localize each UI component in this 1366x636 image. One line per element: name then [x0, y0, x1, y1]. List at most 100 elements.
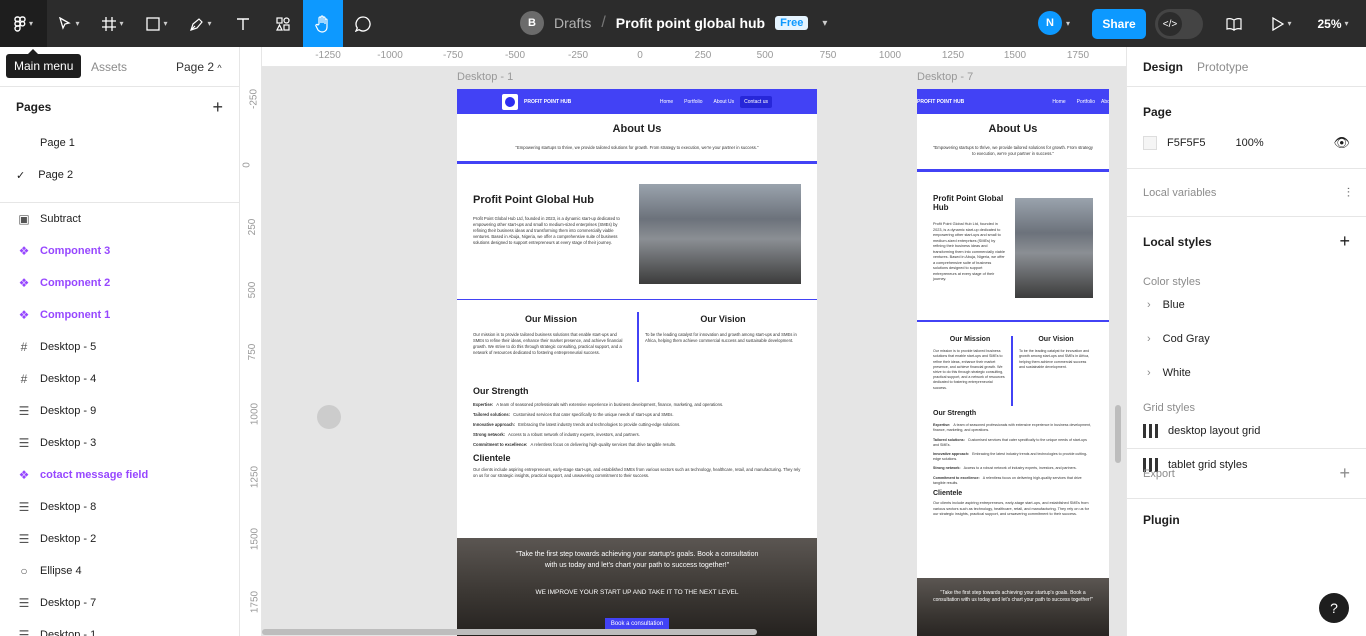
layer-item[interactable]: ☰ Desktop - 7: [0, 587, 239, 619]
layer-item[interactable]: ▣ Subtract: [0, 203, 239, 235]
page-color-value[interactable]: F5F5F5: [1167, 137, 1206, 149]
current-page-label: Page 2: [176, 59, 215, 74]
zoom-dropdown[interactable]: 25% ▾: [1308, 0, 1358, 47]
color-style-item[interactable]: › White: [1143, 356, 1350, 390]
shape-tool-button[interactable]: ▾: [135, 0, 179, 47]
export-label[interactable]: Export: [1143, 468, 1175, 480]
street-photo: [1015, 198, 1093, 299]
component-icon: ❖: [18, 244, 30, 258]
ruler-tick-label: 1500: [1003, 50, 1027, 61]
check-icon: ✓: [16, 169, 26, 182]
ruler-tick-label: -250: [567, 50, 589, 61]
site-nav-button: Contact us: [740, 95, 772, 108]
frame-tool-button[interactable]: ▾: [91, 0, 135, 47]
strength-key: Expertise:: [473, 402, 494, 408]
layer-item[interactable]: ❖ Component 3: [0, 235, 239, 267]
eye-icon[interactable]: 👁: [1333, 135, 1350, 151]
street-photo: [639, 184, 801, 285]
layer-label: Component 1: [40, 309, 111, 321]
layer-item[interactable]: ☰ Desktop - 3: [0, 427, 239, 459]
color-style-item[interactable]: › Blue: [1143, 288, 1350, 322]
pen-tool-button[interactable]: ▾: [179, 0, 223, 47]
tab-design[interactable]: Design: [1143, 60, 1183, 74]
layer-item[interactable]: ❖ Component 2: [0, 267, 239, 299]
chevron-right-icon: ›: [1147, 333, 1151, 345]
pages-title: Pages: [16, 100, 52, 114]
strength-key: Strong network:: [933, 466, 961, 471]
layer-item[interactable]: ☰ Desktop - 8: [0, 491, 239, 523]
multiplayer-avatars[interactable]: N ▾: [1038, 11, 1070, 35]
text-tool-button[interactable]: [223, 0, 263, 47]
site-logo-icon: [502, 93, 518, 110]
layer-item[interactable]: ☰ Desktop - 2: [0, 523, 239, 555]
avatar[interactable]: B: [520, 11, 544, 35]
add-style-icon[interactable]: +: [1339, 231, 1350, 252]
auto-layout-icon: ☰: [18, 628, 30, 636]
tab-prototype[interactable]: Prototype: [1197, 60, 1248, 74]
site-brand: PROFIT POINT HUB: [917, 98, 965, 105]
color-style-item[interactable]: › Cod Gray: [1143, 322, 1350, 356]
chevron-down-icon[interactable]: ▾: [822, 18, 827, 29]
main-menu-button[interactable]: ▾: [0, 0, 47, 47]
strength-item: Strong network: Access to a robust networ…: [473, 432, 801, 438]
grid-style-label: desktop layout grid: [1168, 425, 1261, 437]
grid-style-item[interactable]: desktop layout grid: [1143, 414, 1350, 448]
strength-item: Innovative approach: Embracing the latest…: [933, 452, 1093, 462]
layer-item[interactable]: ☰ Desktop - 9: [0, 395, 239, 427]
dev-mode-toggle[interactable]: </>: [1155, 9, 1203, 39]
tab-assets[interactable]: Assets: [91, 60, 127, 74]
ruler-tick-label: 750: [246, 343, 258, 361]
move-tool-button[interactable]: ▾: [47, 0, 91, 47]
layer-item[interactable]: ❖ Component 1: [0, 299, 239, 331]
layer-label: Ellipse 4: [40, 565, 82, 577]
help-button[interactable]: ?: [1319, 593, 1349, 623]
page-item[interactable]: Page 1: [0, 127, 239, 159]
hub-title: Profit Point Global Hub: [473, 194, 594, 207]
strength-item: Commitment to excellence: A relentless fo…: [933, 476, 1093, 486]
mission-title: Our Mission: [949, 336, 991, 344]
page-opacity-value[interactable]: 100%: [1236, 137, 1264, 149]
vision-title: Our Vision: [700, 314, 746, 325]
layer-label: Desktop - 1: [40, 629, 97, 636]
sliders-icon[interactable]: ⫶: [1347, 185, 1350, 201]
comment-tool-button[interactable]: [343, 0, 383, 47]
mission-text: Our mission is to provide tailored busin…: [933, 349, 1005, 390]
layer-item[interactable]: ☰ Desktop - 1: [0, 619, 239, 636]
grid-icon: [1143, 424, 1158, 438]
strength-item: Tailored solutions: Customised services t…: [933, 438, 1093, 448]
frame-label[interactable]: Desktop - 7: [917, 71, 973, 83]
breadcrumb-parent[interactable]: Drafts: [554, 15, 591, 31]
frame-label[interactable]: Desktop - 1: [457, 71, 513, 83]
about-quote: "Empowering startups to thrive, we provi…: [515, 145, 759, 150]
add-page-icon[interactable]: +: [212, 97, 223, 118]
ruler-tick-label: 250: [246, 218, 258, 236]
local-variables-label[interactable]: Local variables: [1143, 187, 1216, 199]
desktop-frame-1[interactable]: PROFIT POINT HUB Home Portfolio About Us…: [457, 89, 817, 636]
layer-item[interactable]: # Desktop - 4: [0, 363, 239, 395]
vertical-scrollbar[interactable]: [1115, 405, 1121, 463]
strength-value: A team of seasoned professionals with ex…: [496, 402, 724, 408]
canvas[interactable]: -1250 -1000 -750 -500 -250 0 250 500 750 1000 1250…: [240, 47, 1126, 636]
user-avatar[interactable]: N: [1038, 11, 1062, 35]
add-export-icon[interactable]: +: [1339, 463, 1350, 484]
desktop-frame-7[interactable]: PROFIT POINT HUB Home Portfolio About Us…: [917, 89, 1109, 636]
layer-item[interactable]: ○ Ellipse 4: [0, 555, 239, 587]
file-name[interactable]: Profit point global hub: [616, 15, 765, 31]
ruler-tick-label: -500: [504, 50, 526, 61]
ellipse-marker[interactable]: [317, 405, 341, 429]
present-button[interactable]: ▾: [1262, 0, 1302, 47]
layer-item[interactable]: ❖ cotact message field: [0, 459, 239, 491]
horizontal-scrollbar[interactable]: [262, 629, 757, 635]
resources-tool-button[interactable]: [263, 0, 303, 47]
plan-badge: Free: [775, 16, 809, 30]
layer-label: Desktop - 8: [40, 501, 97, 513]
page-color-swatch[interactable]: [1143, 136, 1157, 150]
page-selector[interactable]: Page 2 ^: [176, 60, 222, 74]
library-button[interactable]: [1220, 0, 1248, 47]
share-button[interactable]: Share: [1092, 9, 1146, 39]
hand-tool-button[interactable]: [303, 0, 343, 47]
strength-key: Innovative approach:: [933, 452, 970, 456]
layer-item[interactable]: # Desktop - 5: [0, 331, 239, 363]
page-item[interactable]: ✓ Page 2: [0, 159, 239, 191]
layer-label: Subtract: [40, 213, 81, 225]
